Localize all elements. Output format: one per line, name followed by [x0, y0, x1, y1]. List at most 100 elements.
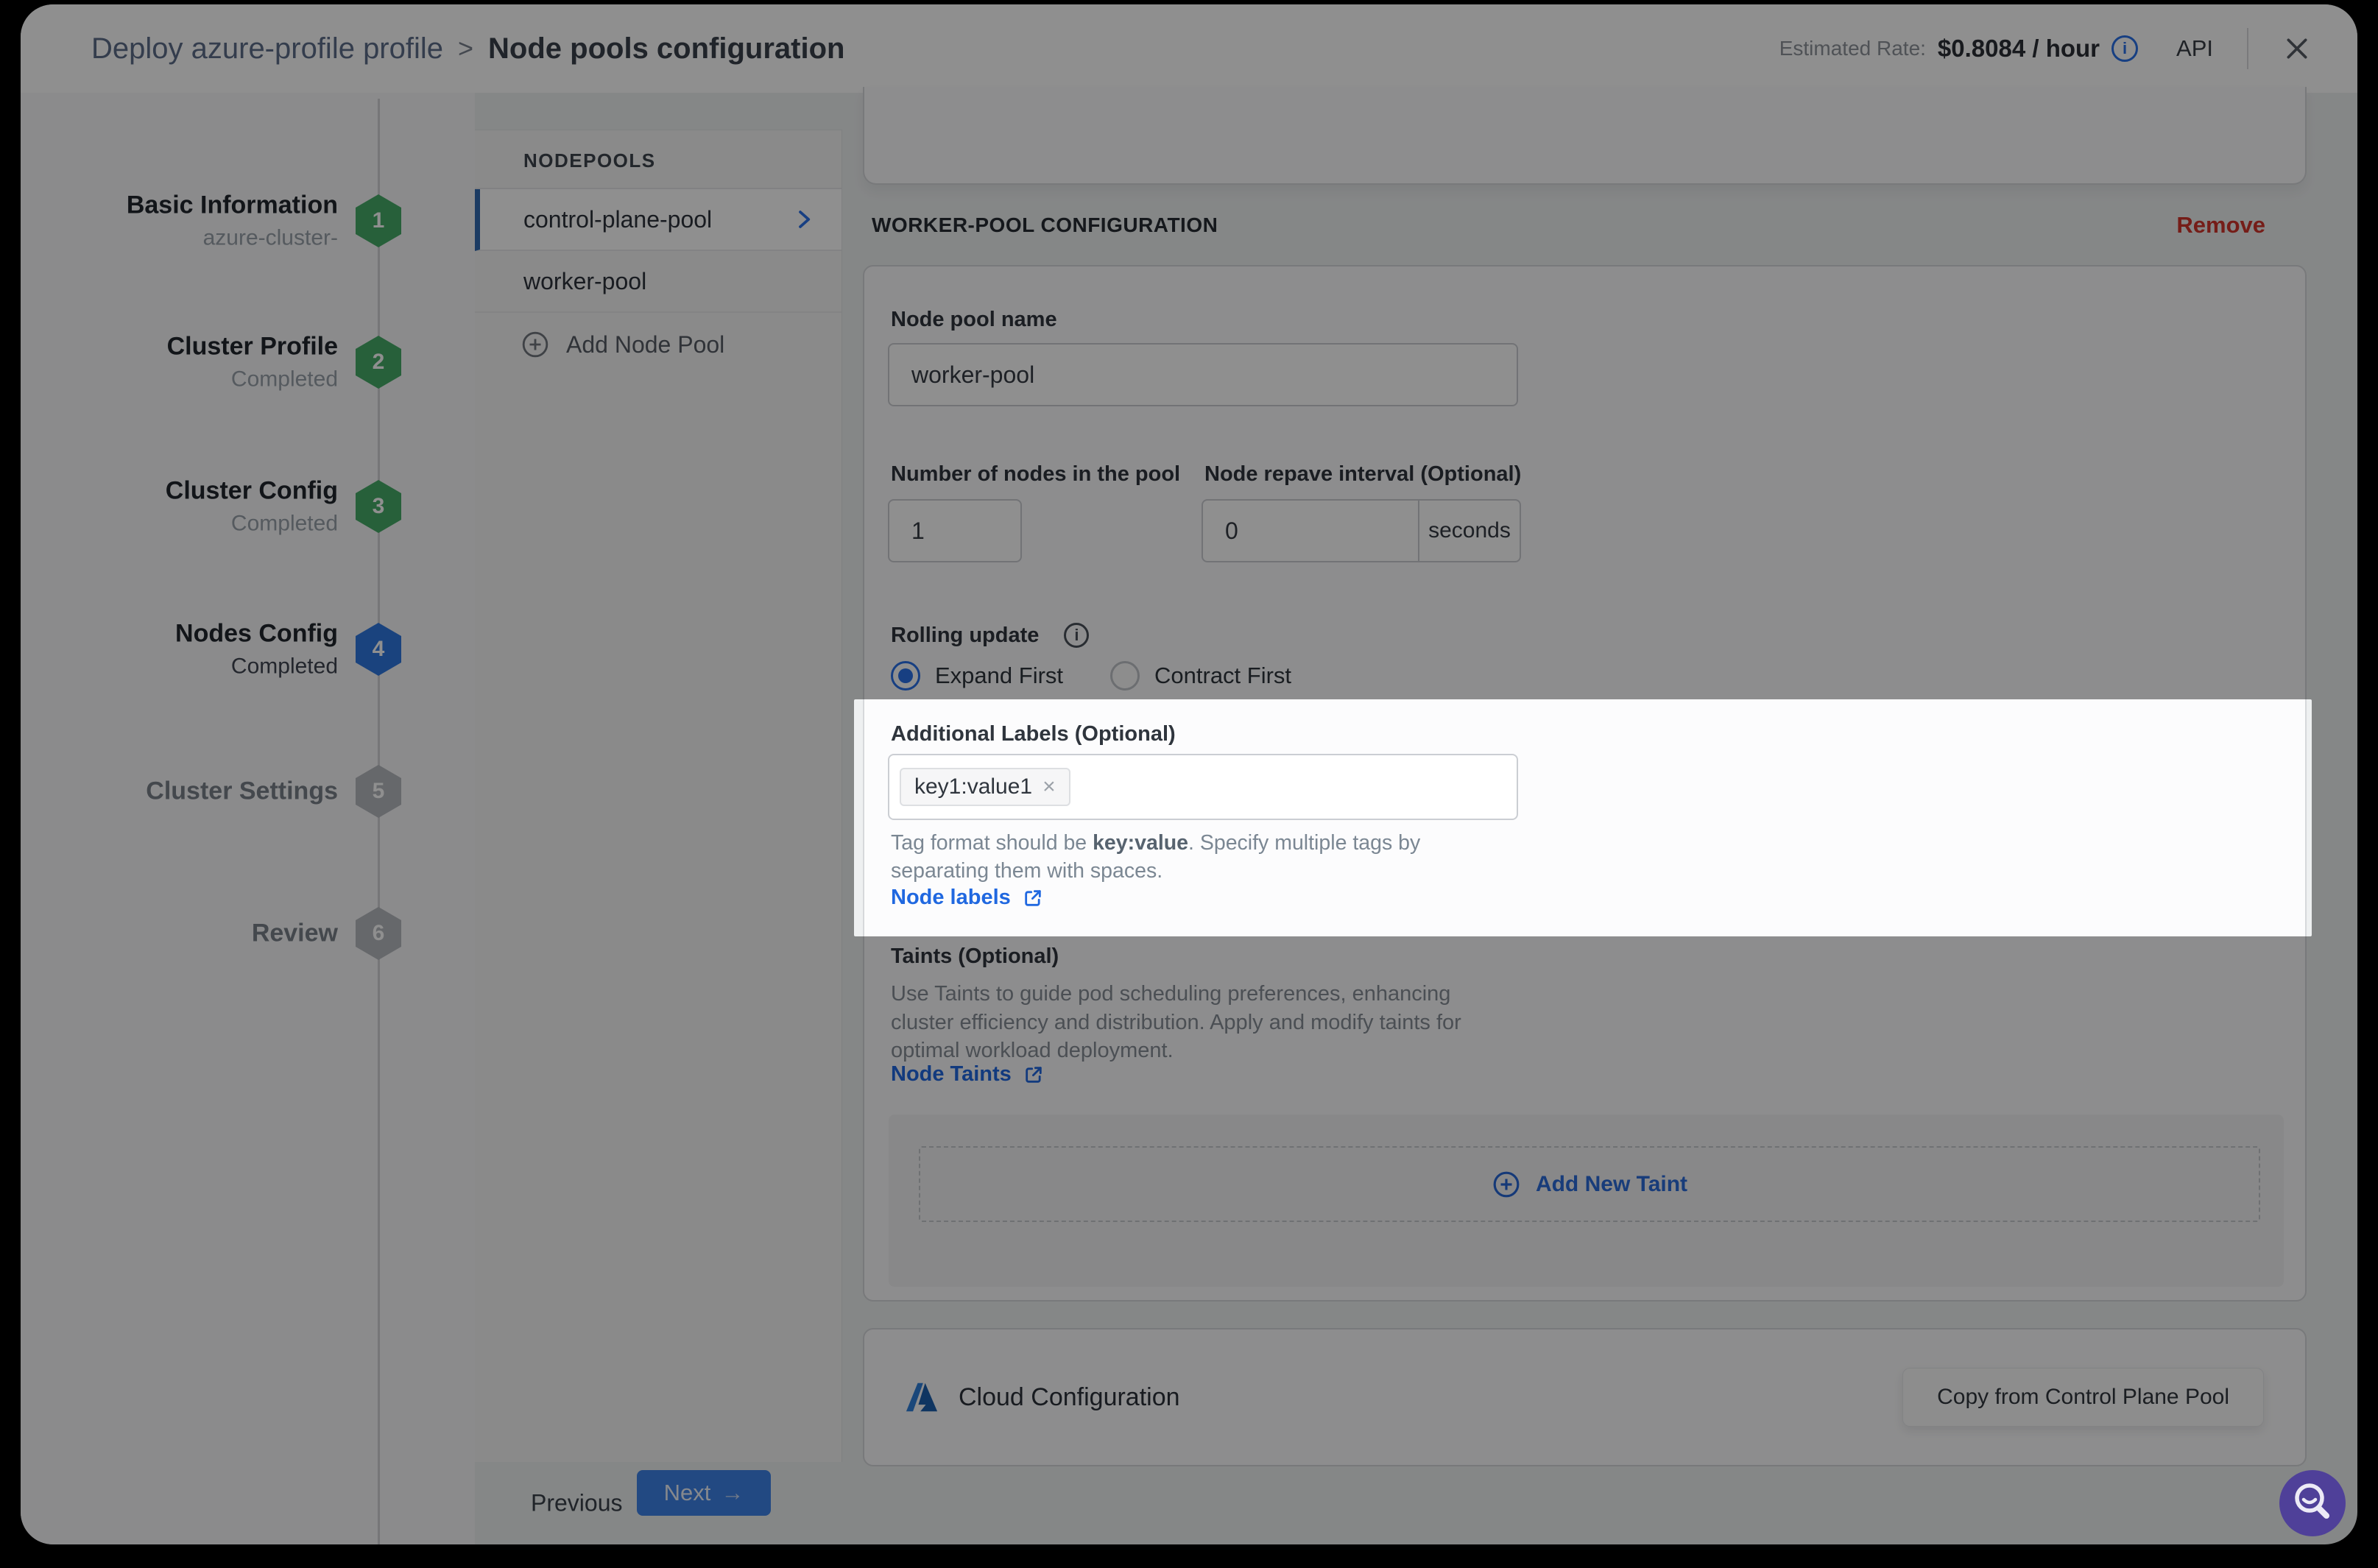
circle-plus-icon	[521, 330, 550, 359]
magnifier-smile-icon	[2280, 1471, 2345, 1536]
radio-label: Expand First	[935, 663, 1064, 688]
next-button[interactable]: Next	[637, 1470, 771, 1516]
remove-tag-icon[interactable]	[1042, 774, 1056, 799]
taints-description: Use Taints to guide pod scheduling prefe…	[891, 982, 1461, 1062]
repave-unit-label: seconds	[1418, 501, 1520, 561]
tag-help-pre: Tag format should be	[891, 831, 1093, 855]
add-node-pool-button[interactable]: Add Node Pool	[475, 313, 842, 376]
next-button-label: Next	[663, 1480, 711, 1505]
external-link-icon	[1023, 1064, 1044, 1085]
assistant-search-button[interactable]	[2279, 1470, 2346, 1536]
additional-labels-label: Additional Labels (Optional)	[891, 722, 1176, 746]
node-count-input[interactable]	[888, 499, 1022, 562]
step-subtitle: Completed	[230, 654, 338, 679]
radio-label: Contract First	[1154, 663, 1292, 688]
step-badge: 6	[356, 907, 401, 960]
breadcrumb: Deploy azure-profile profile > Node pool…	[91, 32, 844, 66]
step-title: Cluster Config	[165, 476, 338, 505]
estimated-rate-label: Estimated Rate:	[1779, 37, 1926, 60]
topbar-right: Estimated Rate: $0.8084 / hour API	[1779, 28, 2312, 69]
additional-labels-input[interactable]: key1:value1	[888, 754, 1518, 820]
step-title: Nodes Config	[175, 619, 338, 648]
tag-format-help: Tag format should be key:value. Specify …	[891, 829, 1495, 885]
nodepool-item-label: control-plane-pool	[523, 205, 713, 233]
repave-interval-label: Node repave interval (Optional)	[1204, 462, 1522, 486]
node-taints-link-text: Node Taints	[891, 1062, 1012, 1086]
circle-plus-icon	[1492, 1170, 1521, 1199]
rolling-update-row: Rolling update	[891, 623, 1090, 648]
tag-help-format: key:value	[1093, 831, 1188, 855]
external-link-icon	[1023, 888, 1043, 908]
chevron-right-icon	[793, 208, 815, 230]
deploy-wizard-screen: Deploy azure-profile profile > Node pool…	[0, 0, 2378, 1568]
node-labels-link[interactable]: Node labels	[891, 886, 1043, 910]
estimated-rate-value: $0.8084 / hour	[1937, 35, 2100, 62]
step-badge: 4	[356, 623, 401, 676]
step-review[interactable]: Review 6	[21, 901, 475, 966]
copy-from-control-plane-button[interactable]: Copy from Control Plane Pool	[1902, 1368, 2264, 1427]
node-taints-link[interactable]: Node Taints	[891, 1062, 1044, 1087]
page-title: Node pools configuration	[488, 32, 845, 65]
worker-pool-section-header: WORKER-POOL CONFIGURATION Remove	[863, 203, 2307, 247]
node-count-label: Number of nodes in the pool	[891, 462, 1181, 486]
radio-unselected-icon	[1110, 661, 1140, 691]
step-subtitle: azure-cluster-	[202, 225, 338, 250]
node-pool-name-input[interactable]	[888, 343, 1518, 406]
breadcrumb-separator-icon: >	[458, 33, 474, 63]
rate-info-icon[interactable]	[2111, 35, 2139, 62]
control-plane-card-bottom	[863, 87, 2307, 185]
step-cluster-profile[interactable]: Cluster Profile Completed 2	[21, 330, 475, 395]
step-basic-information[interactable]: Basic Information azure-cluster- 1	[21, 188, 475, 253]
step-badge: 3	[356, 480, 401, 533]
arrow-right-icon	[721, 1480, 744, 1506]
wizard-topbar: Deploy azure-profile profile > Node pool…	[21, 4, 2357, 93]
remove-pool-button[interactable]: Remove	[2176, 212, 2265, 239]
step-badge: 2	[356, 336, 401, 389]
api-button[interactable]: API	[2176, 35, 2213, 62]
step-title: Cluster Profile	[166, 332, 338, 361]
step-title: Basic Information	[126, 191, 338, 219]
step-badge: 5	[356, 765, 401, 818]
step-nodes-config[interactable]: Nodes Config Completed 4	[21, 617, 475, 682]
add-new-taint-label: Add New Taint	[1535, 1171, 1688, 1196]
step-subtitle: Completed	[230, 367, 338, 392]
node-labels-link-text: Node labels	[891, 886, 1011, 909]
radio-selected-icon	[891, 661, 920, 691]
label-tag-chip: key1:value1	[900, 768, 1070, 806]
radio-expand-first[interactable]: Expand First	[891, 661, 1063, 691]
deploy-wizard-modal: Deploy azure-profile profile > Node pool…	[21, 4, 2357, 1544]
label-tag-text: key1:value1	[914, 774, 1033, 799]
close-icon[interactable]	[2282, 34, 2312, 63]
worker-pool-section-title: WORKER-POOL CONFIGURATION	[872, 213, 1218, 236]
steps-sidebar: Basic Information azure-cluster- 1 Clust…	[21, 93, 475, 1544]
step-title: Cluster Settings	[146, 777, 338, 805]
step-badge: 1	[356, 194, 401, 247]
repave-interval-field: seconds	[1202, 499, 1521, 562]
wizard-content: NODEPOOLS control-plane-pool worker-pool	[475, 87, 2357, 1544]
step-title: Review	[251, 919, 338, 947]
rolling-update-info-icon[interactable]	[1064, 623, 1090, 648]
nodepool-item-control-plane-pool[interactable]: control-plane-pool	[475, 189, 842, 251]
repave-interval-input[interactable]	[1203, 501, 1418, 561]
wizard-body: Basic Information azure-cluster- 1 Clust…	[21, 87, 2357, 1544]
nodepools-header: NODEPOOLS	[475, 130, 842, 189]
cloud-configuration-title: Cloud Configuration	[959, 1382, 1180, 1411]
topbar-divider	[2247, 28, 2248, 69]
nodepools-panel: NODEPOOLS control-plane-pool worker-pool	[475, 130, 842, 1462]
wizard-footer: Previous Next	[475, 1462, 2357, 1544]
step-cluster-config[interactable]: Cluster Config Completed 3	[21, 474, 475, 539]
taints-label: Taints (Optional)	[891, 944, 1059, 968]
worker-pool-config-card: Node pool name Number of nodes in the po…	[863, 265, 2307, 1302]
step-cluster-settings[interactable]: Cluster Settings 5	[21, 759, 475, 824]
previous-button[interactable]: Previous	[531, 1490, 623, 1517]
breadcrumb-deploy-profile[interactable]: Deploy azure-profile profile	[91, 32, 443, 66]
nodepool-item-label: worker-pool	[523, 267, 647, 294]
nodepool-item-worker-pool[interactable]: worker-pool	[475, 251, 842, 313]
radio-contract-first[interactable]: Contract First	[1110, 661, 1291, 691]
add-new-taint-button[interactable]: Add New Taint	[919, 1146, 2260, 1222]
node-pool-name-label: Node pool name	[891, 308, 1057, 331]
add-node-pool-label: Add Node Pool	[566, 331, 725, 358]
rolling-update-options: Expand First Contract First	[891, 661, 1291, 691]
azure-logo-icon	[906, 1381, 938, 1413]
step-subtitle: Completed	[230, 511, 338, 536]
